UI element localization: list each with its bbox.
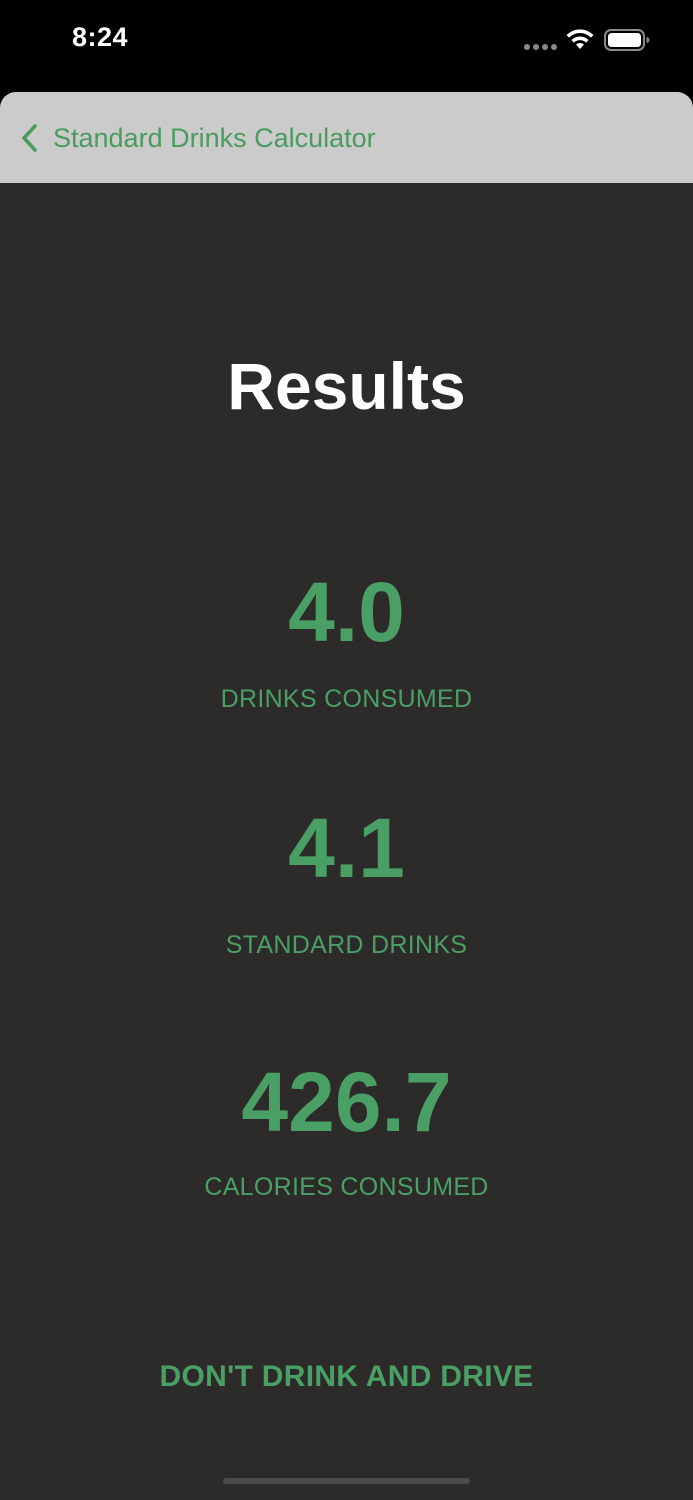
cellular-signal-icon (524, 44, 558, 50)
status-bar: 8:24 (0, 0, 693, 92)
chevron-left-icon[interactable] (20, 123, 40, 153)
home-indicator[interactable] (223, 1478, 470, 1484)
battery-icon (604, 29, 650, 51)
calories-consumed-value: 426.7 (241, 1055, 452, 1149)
status-time: 8:24 (72, 22, 129, 52)
drinks-consumed-label: DRINKS CONSUMED (220, 685, 473, 713)
calories-consumed-label: CALORIES CONSUMED (204, 1173, 489, 1201)
dont-drink-and-drive-warning: DON'T DRINK AND DRIVE (159, 1360, 534, 1393)
drinks-consumed-value: 4.0 (288, 565, 405, 659)
standard-drinks-label: STANDARD DRINKS (225, 931, 468, 959)
back-button-label[interactable]: Standard Drinks Calculator (53, 120, 376, 156)
standard-drinks-value: 4.1 (288, 801, 405, 895)
page-title: Results (227, 349, 466, 423)
results-screen: Standard Drinks Calculator Results 4.0 D… (0, 92, 693, 1500)
wifi-icon (566, 29, 594, 49)
navigation-bar: Standard Drinks Calculator (0, 92, 693, 183)
